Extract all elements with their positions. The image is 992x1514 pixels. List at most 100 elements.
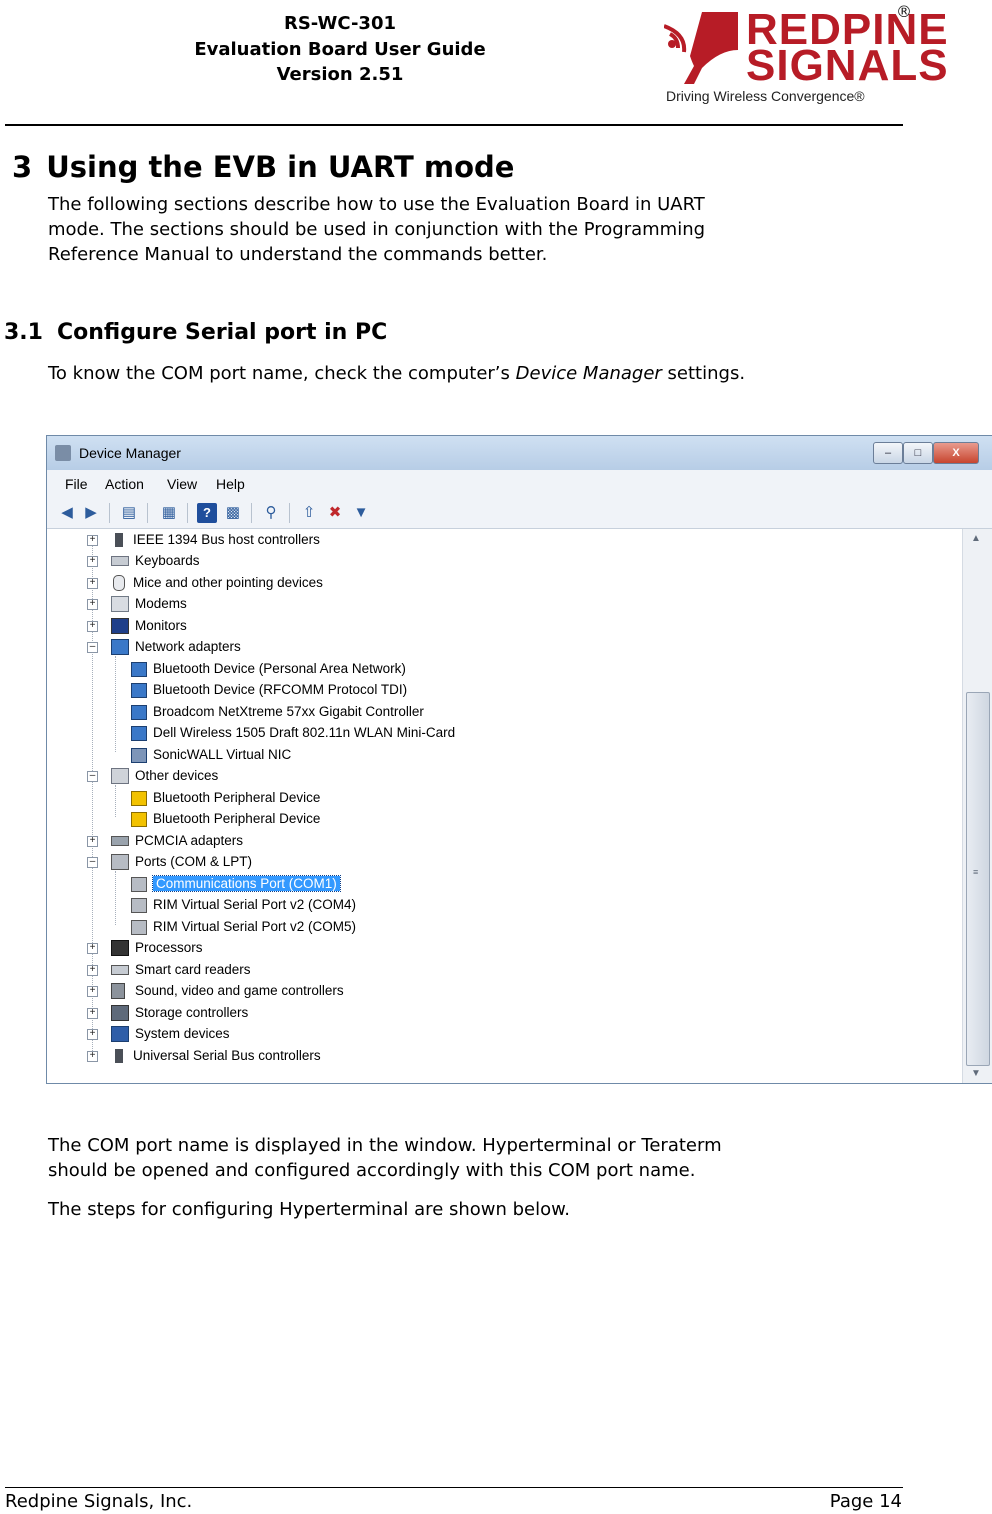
expand-plus-icon[interactable]: + xyxy=(87,599,98,610)
tree-item-label: System devices xyxy=(135,1026,230,1041)
tree-item-com4[interactable]: RIM Virtual Serial Port v2 (COM4) xyxy=(131,895,356,915)
expand-plus-icon[interactable]: + xyxy=(87,965,98,976)
intro-paragraph: The following sections describe how to u… xyxy=(48,192,848,267)
tree-item-label: Bluetooth Peripheral Device xyxy=(153,790,321,805)
pcmcia-icon xyxy=(111,836,129,847)
intro-line-3: Reference Manual to understand the comma… xyxy=(48,244,548,265)
network-icon xyxy=(131,682,147,698)
close-button[interactable]: X xyxy=(933,442,979,464)
menu-action[interactable]: Action xyxy=(105,476,144,492)
port-icon xyxy=(131,876,147,892)
section-title: Using the EVB in UART mode xyxy=(46,150,515,184)
menu-file[interactable]: File xyxy=(65,476,88,492)
show-hide-tree-icon[interactable]: ▤ xyxy=(119,503,139,523)
tree-item-com5[interactable]: RIM Virtual Serial Port v2 (COM5) xyxy=(131,917,356,937)
tree-item-label: Bluetooth Peripheral Device xyxy=(153,811,321,826)
tree-item-bt-pan[interactable]: Bluetooth Device (Personal Area Network) xyxy=(131,659,406,679)
intro-line-1: The following sections describe how to u… xyxy=(48,194,705,215)
scan-hardware-icon[interactable]: ⚲ xyxy=(261,503,281,523)
tree-item-label: Storage controllers xyxy=(135,1005,249,1020)
menu-help[interactable]: Help xyxy=(216,476,245,492)
expand-plus-icon[interactable]: + xyxy=(87,621,98,632)
expand-plus-icon[interactable]: + xyxy=(87,1051,98,1062)
toolbar-separator xyxy=(147,503,148,523)
subsection-number: 3.1 xyxy=(4,320,43,345)
unknown-device-icon xyxy=(111,768,129,785)
intro-line-2: mode. The sections should be used in con… xyxy=(48,219,706,240)
toolbar-separator xyxy=(251,503,252,523)
device-tree: + IEEE 1394 Bus host controllers + Keybo… xyxy=(47,529,961,1083)
tree-item-label: Bluetooth Device (Personal Area Network) xyxy=(153,661,406,676)
window-title: Device Manager xyxy=(79,445,181,461)
system-icon xyxy=(111,1026,129,1043)
tree-item-label: Network adapters xyxy=(135,639,241,654)
collapse-minus-icon[interactable]: – xyxy=(87,642,98,653)
keyboard-icon xyxy=(111,556,129,567)
uninstall-icon[interactable]: ✖ xyxy=(325,503,345,523)
logo-tagline: Driving Wireless Convergence® xyxy=(666,88,865,104)
tree-item-bt-rfcomm[interactable]: Bluetooth Device (RFCOMM Protocol TDI) xyxy=(131,680,407,700)
view-icon[interactable]: ▩ xyxy=(223,503,243,523)
hyperterminal-steps-line: The steps for configuring Hyperterminal … xyxy=(48,1199,570,1220)
tree-item-label: IEEE 1394 Bus host controllers xyxy=(133,532,320,547)
tree-item-broadcom[interactable]: Broadcom NetXtreme 57xx Gigabit Controll… xyxy=(131,702,424,722)
scroll-up-arrow-icon[interactable]: ▲ xyxy=(971,533,981,544)
warning-device-icon xyxy=(131,790,147,806)
disable-device-icon[interactable]: ▼ xyxy=(351,503,371,523)
com-port-line-1: The COM port name is displayed in the wi… xyxy=(48,1135,722,1156)
vertical-scrollbar[interactable]: ▲ ≡ ▼ xyxy=(962,529,992,1083)
tree-item-label: Keyboards xyxy=(135,553,200,568)
window-titlebar[interactable]: Device Manager – □ X xyxy=(47,436,992,470)
help-icon[interactable]: ? xyxy=(197,503,217,523)
subsection-heading: 3.1 Configure Serial port in PC xyxy=(4,318,387,348)
section-heading: 3 Using the EVB in UART mode xyxy=(12,148,514,186)
section-number: 3 xyxy=(12,150,33,184)
toolbar-separator xyxy=(289,503,290,523)
warning-device-icon xyxy=(131,811,147,827)
tree-item-bt-peripheral-2[interactable]: Bluetooth Peripheral Device xyxy=(131,809,320,829)
tree-item-dell-wireless[interactable]: Dell Wireless 1505 Draft 802.11n WLAN Mi… xyxy=(131,723,455,743)
tree-connector xyxy=(115,656,116,752)
expand-plus-icon[interactable]: + xyxy=(87,986,98,997)
maximize-button[interactable]: □ xyxy=(903,442,933,464)
tree-item-label: Sound, video and game controllers xyxy=(135,983,344,998)
header-rule xyxy=(5,124,903,126)
expand-plus-icon[interactable]: + xyxy=(87,1008,98,1019)
device-manager-icon xyxy=(55,445,71,461)
tree-item-label: PCMCIA adapters xyxy=(135,833,244,848)
toolbar: ◀ ▶ ▤ ▦ ? ▩ ⚲ ⇧ ✖ ▼ xyxy=(47,498,992,529)
scroll-down-arrow-icon[interactable]: ▼ xyxy=(971,1068,981,1079)
expand-plus-icon[interactable]: + xyxy=(87,556,98,567)
update-driver-icon[interactable]: ⇧ xyxy=(299,503,319,523)
expand-plus-icon[interactable]: + xyxy=(87,535,98,546)
tree-item-label: Ports (COM & LPT) xyxy=(135,854,253,869)
back-arrow-icon[interactable]: ◀ xyxy=(57,503,77,523)
expand-plus-icon[interactable]: + xyxy=(87,943,98,954)
expand-plus-icon[interactable]: + xyxy=(87,1029,98,1040)
collapse-minus-icon[interactable]: – xyxy=(87,857,98,868)
tree-item-label: Processors xyxy=(135,940,203,955)
redpine-logo: REDPINE SIGNALS ® Driving Wireless Conve… xyxy=(664,2,948,114)
device-manager-term: Device Manager xyxy=(515,363,662,384)
tree-item-sonicwall[interactable]: SonicWALL Virtual NIC xyxy=(131,745,291,765)
collapse-minus-icon[interactable]: – xyxy=(87,771,98,782)
monitor-icon xyxy=(111,618,129,635)
tree-item-bt-peripheral-1[interactable]: Bluetooth Peripheral Device xyxy=(131,788,320,808)
tree-item-com1[interactable]: Communications Port (COM1) xyxy=(131,874,341,894)
smart-card-icon xyxy=(111,965,129,976)
menu-bar: File Action View Help xyxy=(47,470,992,499)
menu-view[interactable]: View xyxy=(167,476,197,492)
logo-brand-line2: SIGNALS xyxy=(746,41,949,90)
tree-item-label: Bluetooth Device (RFCOMM Protocol TDI) xyxy=(153,682,408,697)
port-icon xyxy=(131,919,147,935)
tree-item-label: Monitors xyxy=(135,618,187,633)
minimize-button[interactable]: – xyxy=(873,442,903,464)
instruction-text-start: To know the COM port name, check the com… xyxy=(48,363,516,384)
network-icon xyxy=(131,725,147,741)
scrollbar-thumb[interactable] xyxy=(966,692,990,1066)
forward-arrow-icon[interactable]: ▶ xyxy=(81,503,101,523)
processor-icon xyxy=(111,940,129,957)
expand-plus-icon[interactable]: + xyxy=(87,836,98,847)
properties-icon[interactable]: ▦ xyxy=(159,503,179,523)
expand-plus-icon[interactable]: + xyxy=(87,578,98,589)
